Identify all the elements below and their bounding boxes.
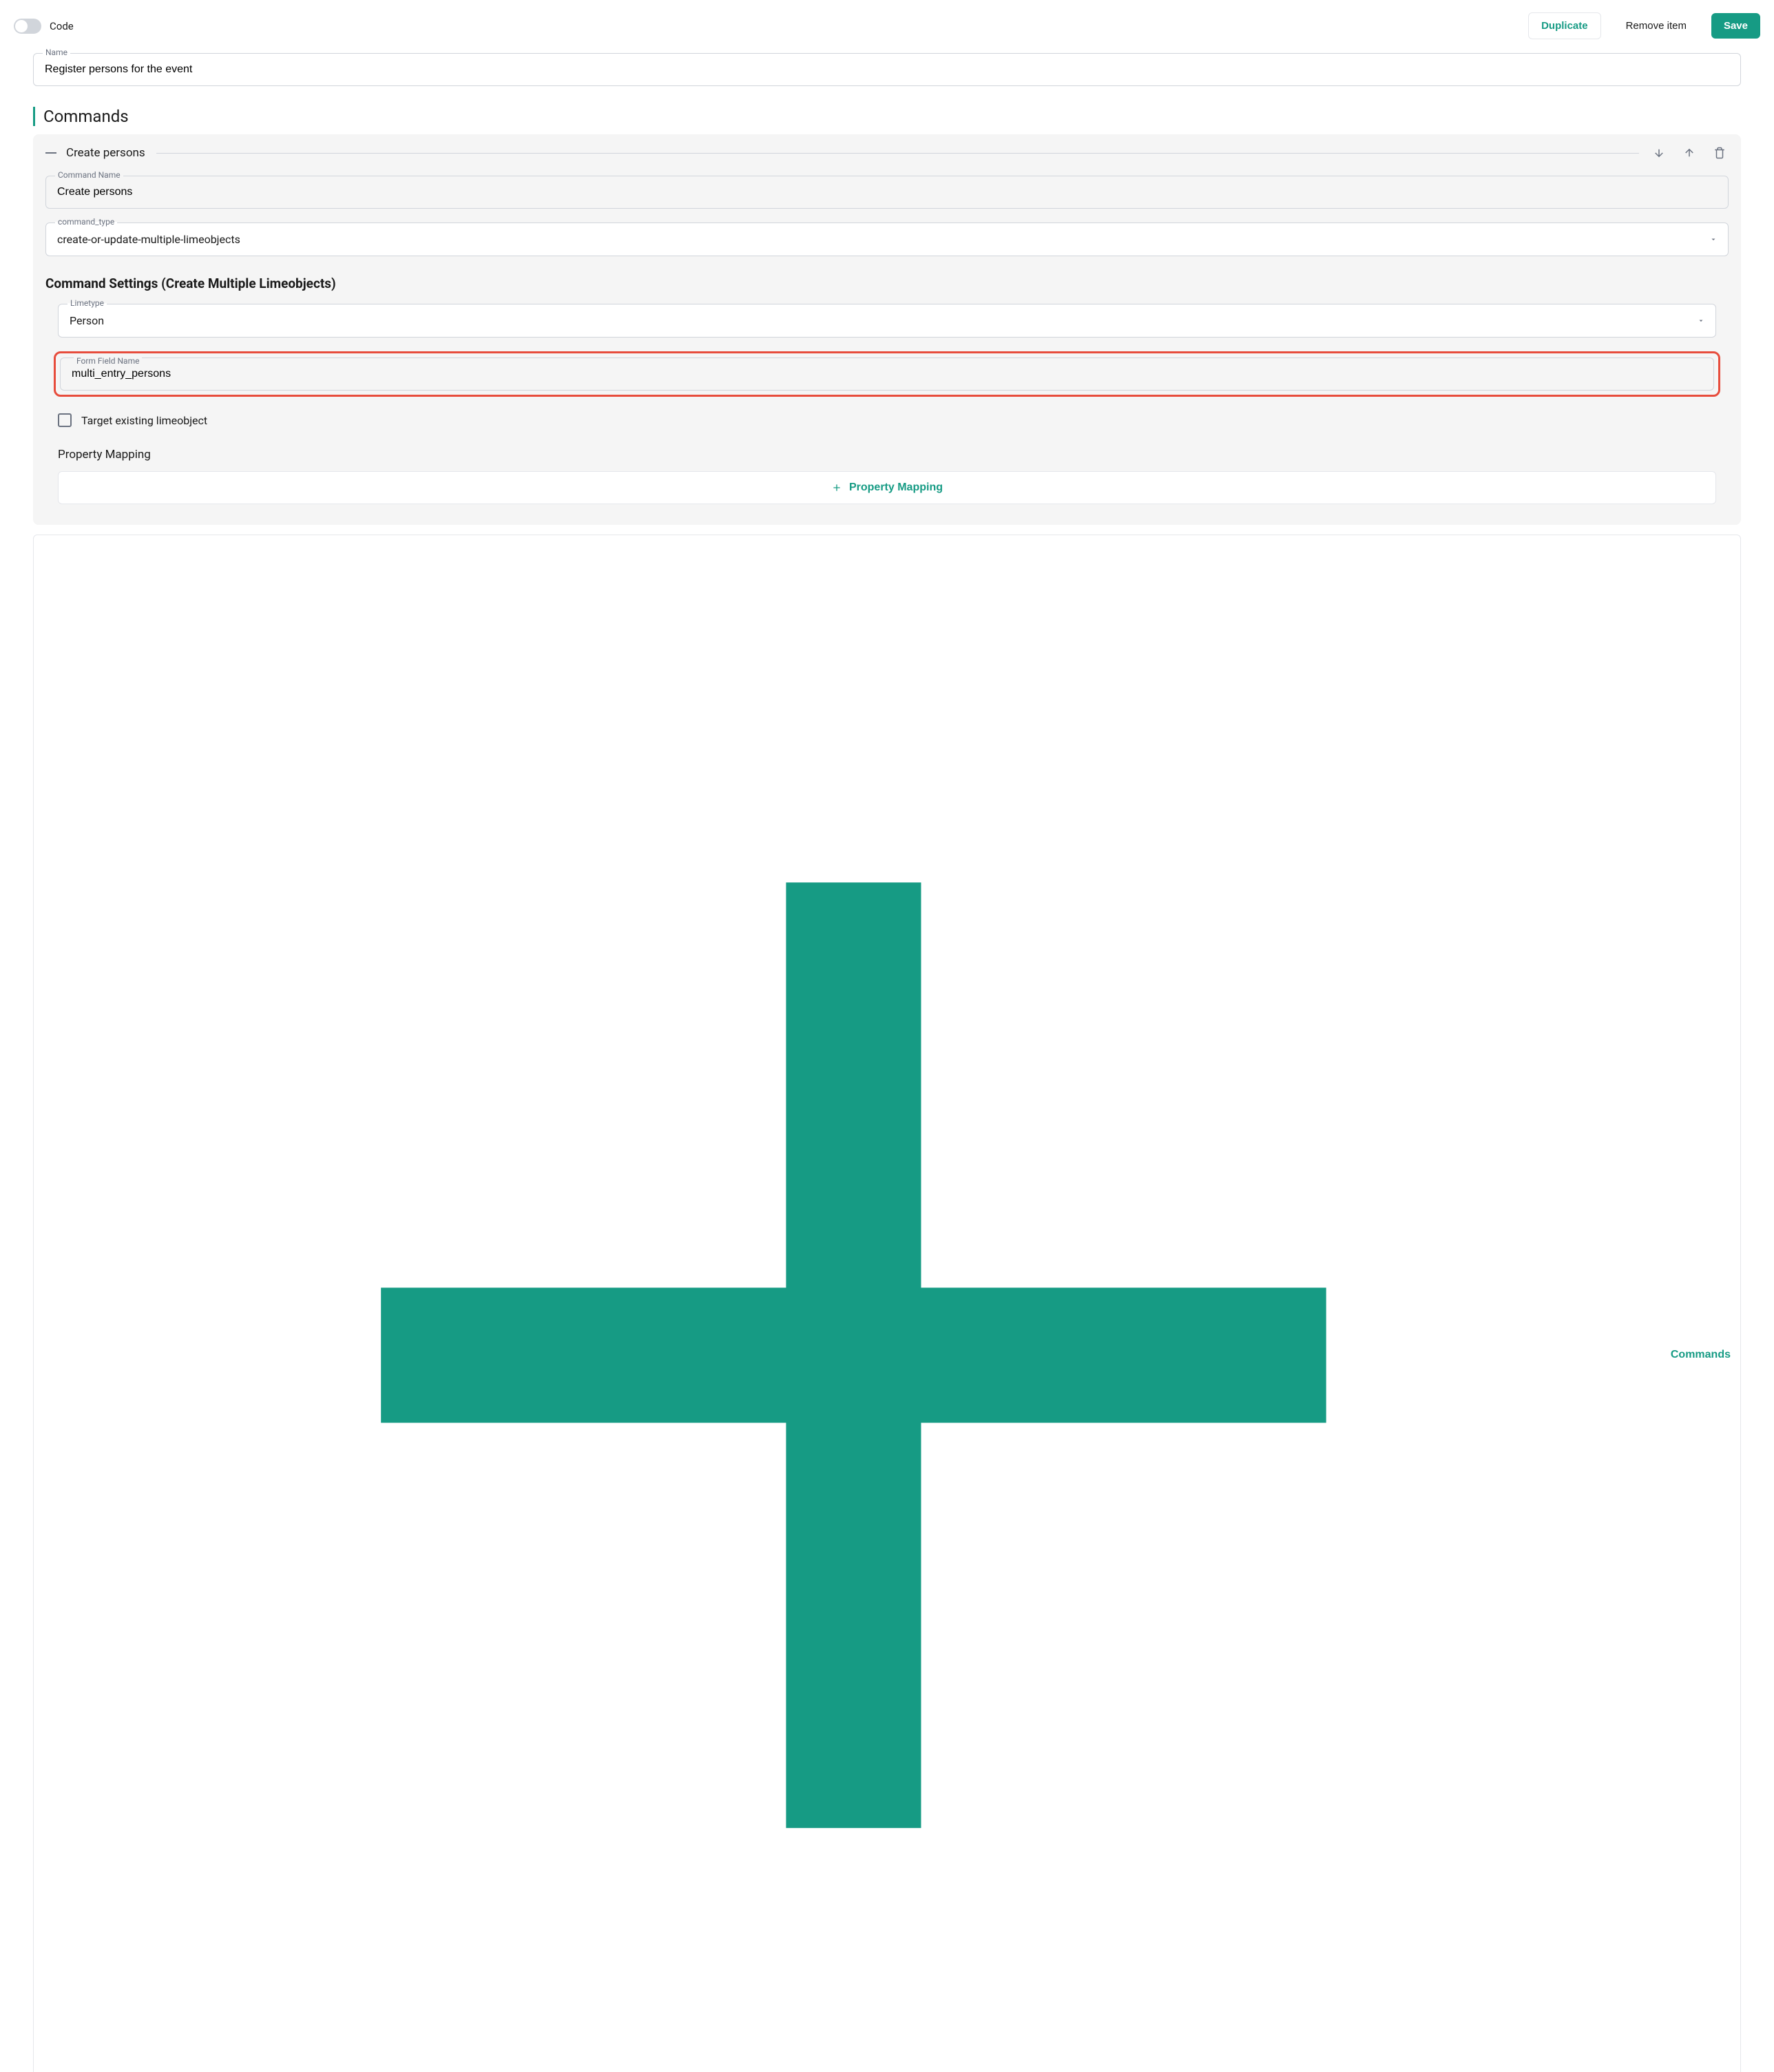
limetype-label: Limetype xyxy=(67,298,107,308)
collapse-icon[interactable] xyxy=(45,152,56,154)
command-name-field: Command Name xyxy=(45,176,1729,209)
duplicate-button[interactable]: Duplicate xyxy=(1528,12,1601,39)
limetype-field: Limetype Person xyxy=(58,304,1716,338)
command-title: Create persons xyxy=(66,146,145,160)
arrow-up-icon xyxy=(1683,147,1695,159)
commands-heading: Commands xyxy=(33,107,1760,126)
command-name-label: Command Name xyxy=(55,170,123,180)
remove-item-button[interactable]: Remove item xyxy=(1614,13,1699,39)
name-field-container: Name xyxy=(33,53,1741,86)
top-left-group: Code xyxy=(14,19,74,34)
header-divider xyxy=(156,153,1639,154)
plus-icon xyxy=(831,482,842,493)
top-right-group: Duplicate Remove item Save xyxy=(1528,12,1760,39)
add-property-mapping-button[interactable]: Property Mapping xyxy=(58,471,1716,504)
target-existing-row: Target existing limeobject xyxy=(58,413,1729,427)
arrow-down-icon xyxy=(1653,147,1665,159)
property-mapping-title: Property Mapping xyxy=(58,448,1729,462)
name-input[interactable] xyxy=(33,53,1741,86)
command-card: Create persons Command Name command_type… xyxy=(33,134,1741,525)
form-field-label: Form Field Name xyxy=(74,356,142,366)
code-toggle-label: Code xyxy=(50,20,74,32)
card-header-left: Create persons xyxy=(45,146,145,160)
command-settings-title: Command Settings (Create Multiple Limeob… xyxy=(45,276,1729,291)
trash-icon xyxy=(1713,147,1726,159)
delete-button[interactable] xyxy=(1711,144,1729,162)
plus-icon xyxy=(43,545,1664,2072)
add-commands-button[interactable]: Commands xyxy=(33,535,1741,2072)
form-field-highlight: Form Field Name xyxy=(54,351,1720,397)
move-up-button[interactable] xyxy=(1680,144,1698,162)
command-type-field: command_type create-or-update-multiple-l… xyxy=(45,222,1729,256)
add-property-mapping-label: Property Mapping xyxy=(849,481,943,494)
command-type-select[interactable]: create-or-update-multiple-limeobjects xyxy=(45,222,1729,256)
add-commands-label: Commands xyxy=(1671,1349,1731,1361)
form-field-name-input[interactable] xyxy=(60,358,1714,391)
top-bar: Code Duplicate Remove item Save xyxy=(14,7,1760,53)
move-down-button[interactable] xyxy=(1650,144,1668,162)
card-header: Create persons xyxy=(45,144,1729,162)
card-header-right xyxy=(1650,144,1729,162)
save-button[interactable]: Save xyxy=(1711,13,1760,39)
name-field-label: Name xyxy=(43,48,70,57)
target-existing-label: Target existing limeobject xyxy=(81,414,207,427)
target-existing-checkbox[interactable] xyxy=(58,413,72,427)
form-field-name-field: Form Field Name xyxy=(60,358,1714,391)
limetype-select[interactable]: Person xyxy=(58,304,1716,338)
command-name-input[interactable] xyxy=(45,176,1729,209)
command-type-label: command_type xyxy=(55,217,117,227)
code-toggle[interactable] xyxy=(14,19,41,34)
